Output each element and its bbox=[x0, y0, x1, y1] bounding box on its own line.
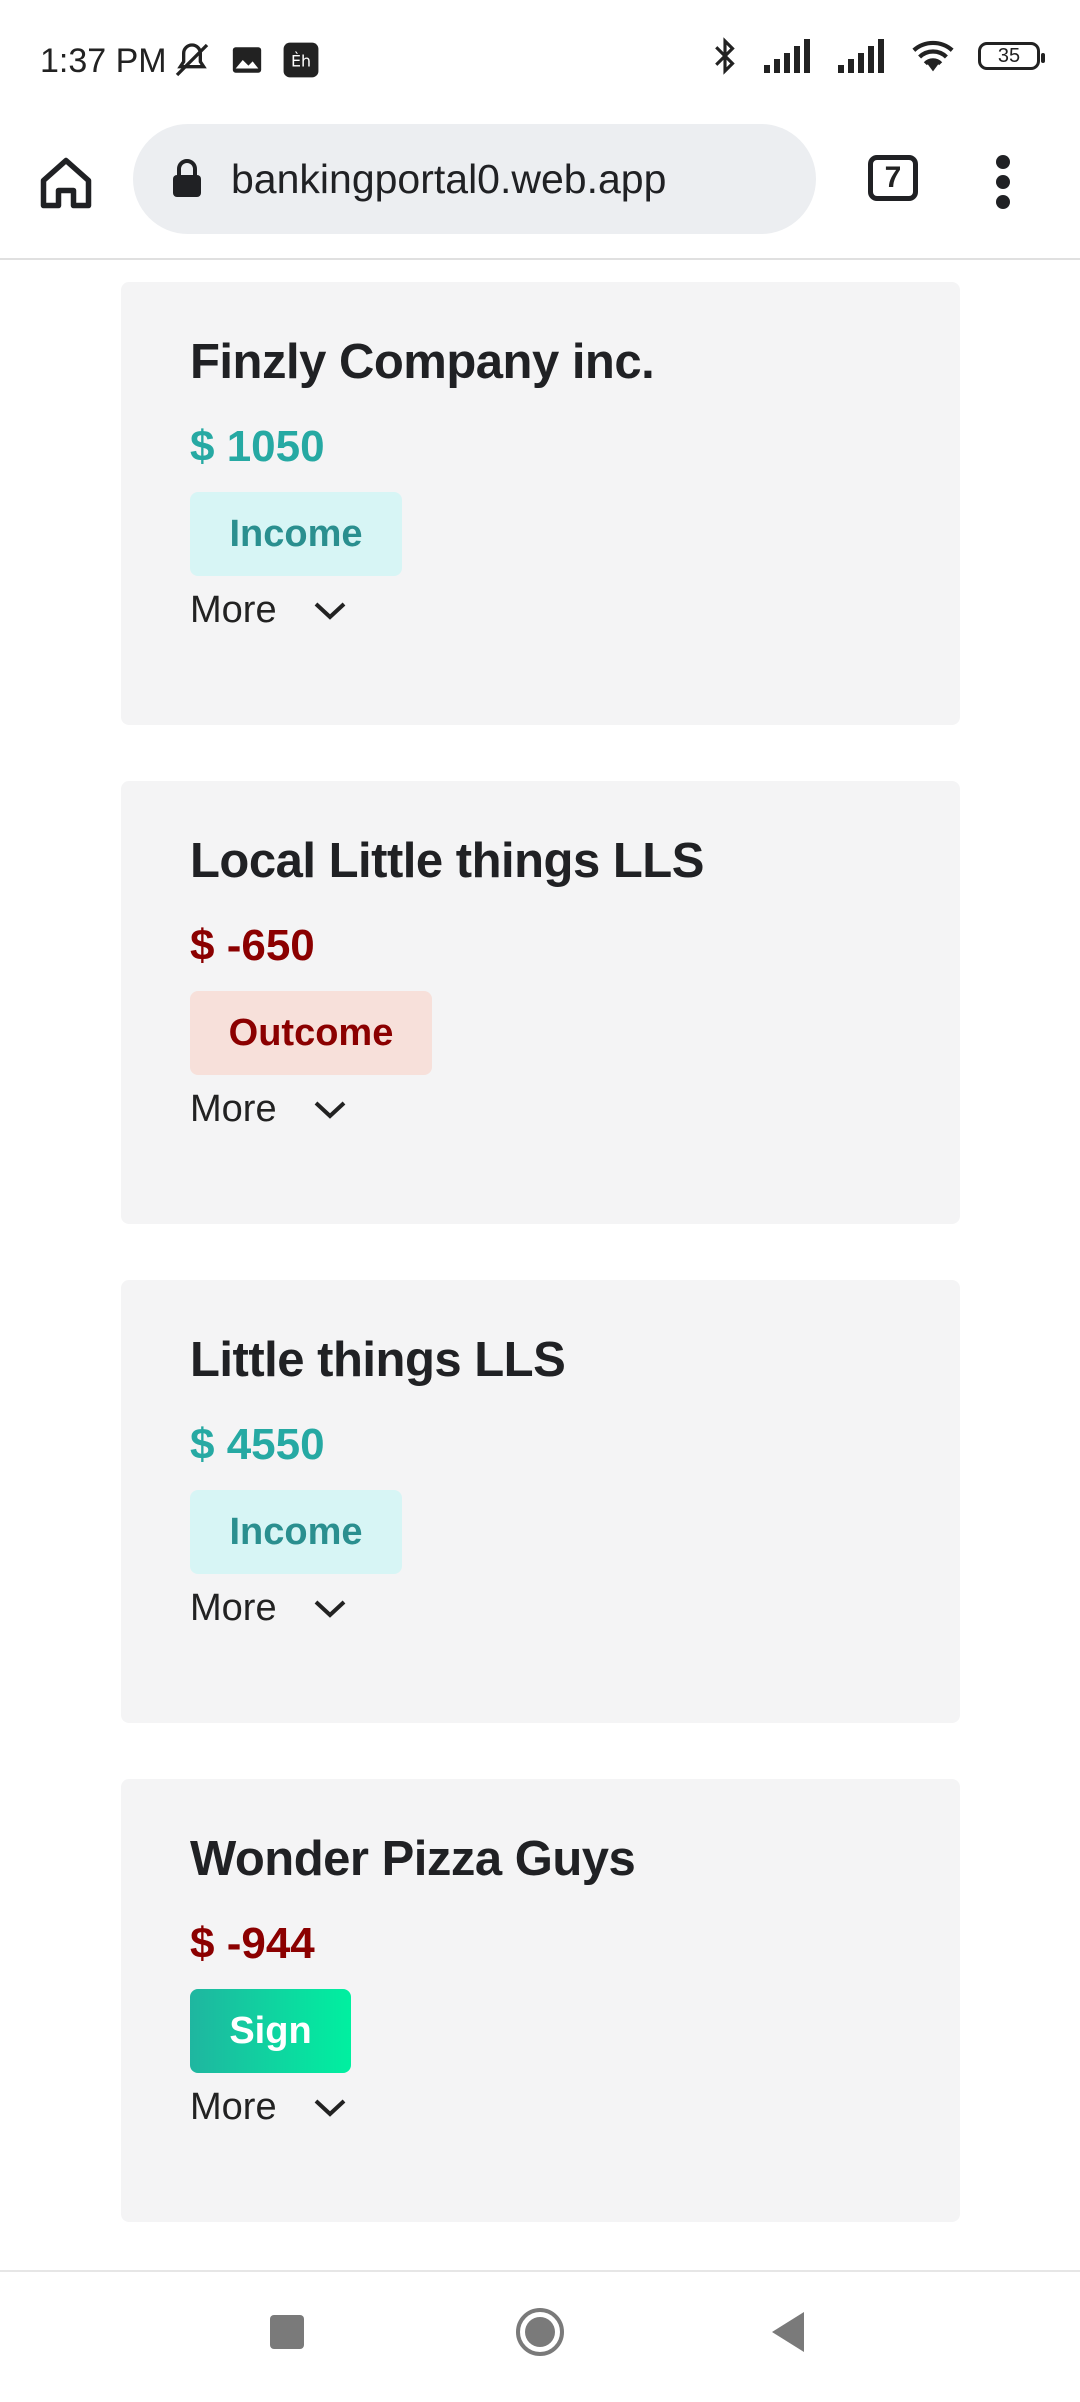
transaction-card: Finzly Company inc. $ 1050 Income More bbox=[121, 282, 960, 725]
transaction-amount: $ 1050 bbox=[190, 422, 325, 471]
status-bar: 1:37 PM Ѐh 35 bbox=[0, 0, 1080, 120]
address-bar[interactable]: bankingportal0.web.app bbox=[133, 124, 816, 234]
transaction-name: Local Little things LLS bbox=[190, 834, 704, 888]
more-toggle[interactable]: More bbox=[190, 589, 347, 632]
system-nav-bar bbox=[0, 2270, 1080, 2402]
chevron-down-icon bbox=[314, 1600, 345, 1618]
transaction-amount: $ -650 bbox=[190, 921, 315, 970]
home-circle-icon[interactable] bbox=[515, 2307, 565, 2357]
chevron-down-icon bbox=[314, 2099, 345, 2117]
lock-icon bbox=[173, 159, 201, 197]
transaction-amount: $ 4550 bbox=[190, 1420, 325, 1469]
transaction-amount: $ -944 bbox=[190, 1919, 315, 1968]
more-label: More bbox=[190, 1587, 277, 1629]
tab-switcher-button[interactable]: 7 bbox=[868, 155, 918, 201]
transaction-card: Little things LLS $ 4550 Income More bbox=[121, 1280, 960, 1723]
home-icon[interactable] bbox=[36, 153, 96, 213]
sign-button[interactable]: Sign bbox=[190, 1989, 351, 2073]
image-icon bbox=[232, 47, 262, 73]
system-icons: 35 bbox=[710, 36, 1045, 76]
transaction-card: Wonder Pizza Guys $ -944 Sign More bbox=[121, 1779, 960, 2222]
recents-icon[interactable] bbox=[270, 2315, 304, 2349]
transactions-list: Finzly Company inc. $ 1050 Income More L… bbox=[0, 260, 1080, 2270]
signal-icon bbox=[764, 39, 810, 73]
battery-icon: 35 bbox=[978, 42, 1045, 70]
signal-icon bbox=[838, 39, 884, 73]
url-text: bankingportal0.web.app bbox=[231, 155, 667, 202]
more-label: More bbox=[190, 2086, 277, 2128]
bluetooth-icon bbox=[715, 37, 735, 75]
more-label: More bbox=[190, 1088, 277, 1130]
svg-text:Ѐh: Ѐh bbox=[291, 51, 311, 70]
transaction-name: Wonder Pizza Guys bbox=[190, 1832, 636, 1886]
outcome-badge: Outcome bbox=[190, 991, 432, 1075]
more-label: More bbox=[190, 589, 277, 631]
mute-icon bbox=[175, 43, 209, 77]
app-icon: Ѐh bbox=[283, 42, 319, 78]
more-toggle[interactable]: More bbox=[190, 1088, 347, 1131]
status-time: 1:37 PM bbox=[40, 42, 167, 80]
transaction-card: Local Little things LLS $ -650 Outcome M… bbox=[121, 781, 960, 1224]
back-icon[interactable] bbox=[770, 2310, 806, 2354]
chevron-down-icon bbox=[314, 1101, 345, 1119]
income-badge: Income bbox=[190, 492, 402, 576]
income-badge: Income bbox=[190, 1490, 402, 1574]
browser-toolbar: bankingportal0.web.app 7 bbox=[0, 120, 1080, 260]
more-toggle[interactable]: More bbox=[190, 2086, 347, 2129]
chevron-down-icon bbox=[314, 602, 345, 620]
more-toggle[interactable]: More bbox=[190, 1587, 347, 1630]
more-options-icon[interactable] bbox=[988, 152, 1018, 212]
transaction-name: Little things LLS bbox=[190, 1333, 566, 1387]
wifi-icon bbox=[912, 40, 954, 72]
transaction-name: Finzly Company inc. bbox=[190, 335, 655, 389]
notification-icons: Ѐh bbox=[172, 40, 320, 80]
